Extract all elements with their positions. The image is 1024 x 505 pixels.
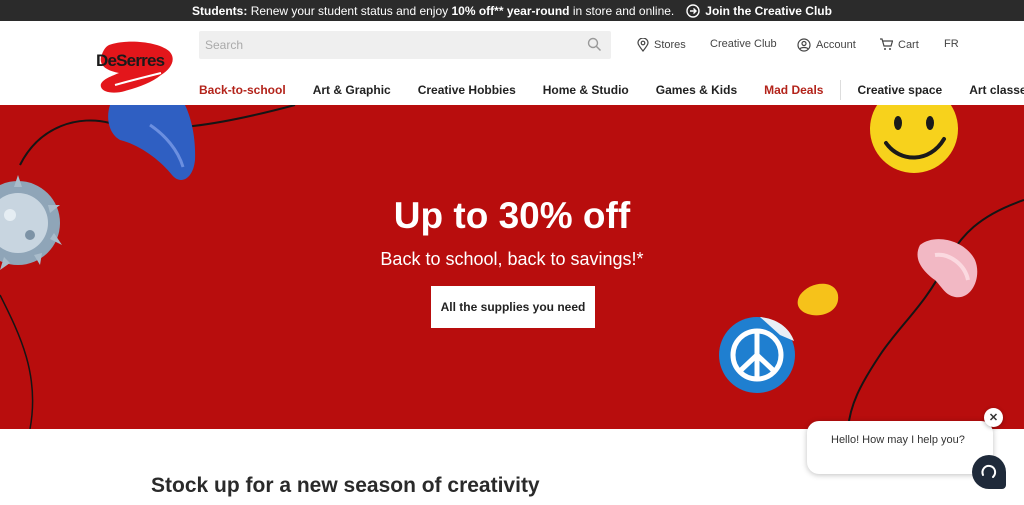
hero-subtitle: Back to school, back to savings!* bbox=[380, 249, 644, 269]
map-pin-icon bbox=[637, 38, 649, 52]
account-label: Account bbox=[816, 39, 856, 51]
site-header: DeSerres Stores Creative Club Account Ca… bbox=[0, 21, 1024, 105]
promo-lead: Students: bbox=[192, 3, 248, 18]
shop-supplies-button[interactable]: All the supplies you need bbox=[431, 286, 595, 328]
nav-games-kids[interactable]: Games & Kids bbox=[656, 83, 737, 97]
nav-art-classes[interactable]: Art classes bbox=[969, 83, 1024, 97]
chat-close-button[interactable]: ✕ bbox=[984, 408, 1003, 427]
search-bar[interactable] bbox=[199, 31, 611, 59]
hero-banner[interactable]: Up to 30% off Back to school, back to sa… bbox=[0, 105, 1024, 429]
nav-creative-space[interactable]: Creative space bbox=[857, 83, 942, 97]
language-label: FR bbox=[944, 38, 959, 50]
arrow-circle-icon bbox=[686, 3, 700, 18]
promo-text-b: in store and online. bbox=[569, 3, 675, 18]
cart-link[interactable]: Cart bbox=[879, 38, 919, 51]
nav-divider bbox=[840, 80, 842, 100]
join-creative-club-link[interactable]: Join the Creative Club bbox=[686, 4, 832, 18]
chat-message: Hello! How may I help you? bbox=[831, 434, 965, 446]
main-nav: Back-to-school Art & Graphic Creative Ho… bbox=[199, 80, 1024, 100]
join-label: Join the Creative Club bbox=[705, 3, 832, 18]
creative-club-link[interactable]: Creative Club bbox=[710, 38, 777, 50]
account-icon bbox=[797, 38, 811, 52]
promo-banner: Students: Renew your student status and … bbox=[0, 0, 1024, 21]
search-input[interactable] bbox=[199, 31, 579, 59]
chat-icon bbox=[981, 464, 997, 478]
peace-sticker-icon bbox=[719, 317, 795, 393]
creative-club-label: Creative Club bbox=[710, 38, 777, 50]
deserres-logo[interactable]: DeSerres bbox=[95, 41, 177, 97]
chat-launcher-button[interactable] bbox=[972, 455, 1006, 489]
stores-link[interactable]: Stores bbox=[637, 38, 686, 52]
language-toggle[interactable]: FR bbox=[944, 38, 959, 50]
section-title: Stock up for a new season of creativity bbox=[151, 474, 540, 497]
close-icon: ✕ bbox=[988, 412, 999, 424]
cart-icon bbox=[880, 38, 893, 50]
hero-title: Up to 30% off bbox=[393, 195, 631, 236]
account-link[interactable]: Account bbox=[797, 38, 856, 52]
cart-label: Cart bbox=[898, 38, 919, 51]
nav-creative-hobbies[interactable]: Creative Hobbies bbox=[418, 83, 516, 97]
stores-label: Stores bbox=[654, 39, 686, 51]
promo-text-a: Renew your student status and enjoy bbox=[247, 3, 452, 18]
nav-art-graphic[interactable]: Art & Graphic bbox=[313, 83, 391, 97]
nav-home-studio[interactable]: Home & Studio bbox=[543, 83, 629, 97]
promo-message: Students: Renew your student status and … bbox=[192, 4, 674, 18]
promo-highlight: 10% off** year-round bbox=[451, 3, 570, 18]
chat-bubble[interactable]: Hello! How may I help you? bbox=[807, 421, 993, 474]
search-icon[interactable] bbox=[587, 37, 602, 52]
nav-mad-deals[interactable]: Mad Deals bbox=[764, 83, 823, 97]
nav-back-to-school[interactable]: Back-to-school bbox=[199, 83, 286, 97]
logo-wordmark: DeSerres bbox=[96, 51, 165, 70]
smiley-sticker-icon bbox=[870, 105, 958, 173]
